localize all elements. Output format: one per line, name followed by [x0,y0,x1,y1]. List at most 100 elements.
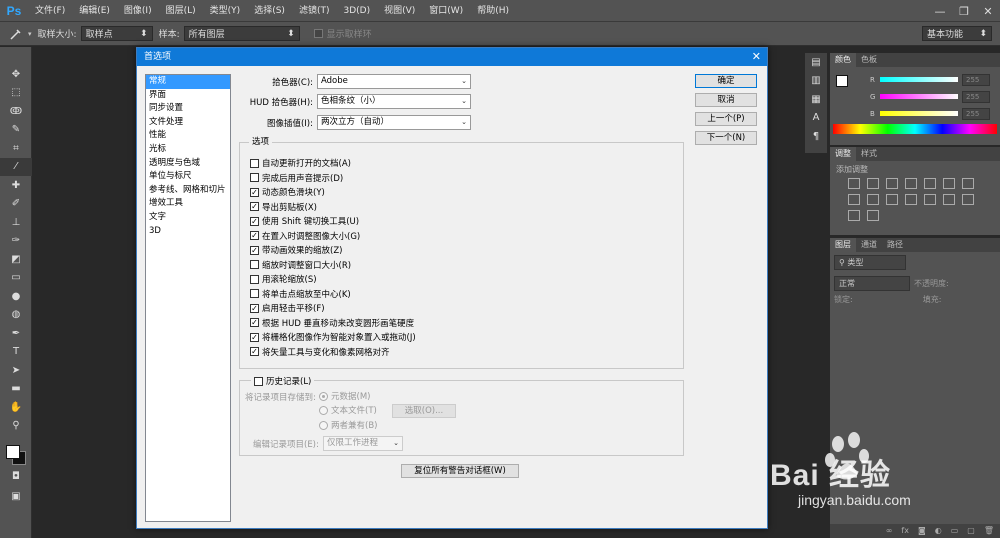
invert-icon[interactable] [924,194,936,205]
green-slider[interactable] [880,94,958,99]
option-animated-zoom[interactable]: ✓ 带动画效果的缩放(Z) [250,243,342,257]
sample-select[interactable]: 所有图层 ⬍ [183,26,300,41]
checkmark-icon[interactable]: ✓ [250,231,259,240]
menu-edit[interactable]: 编辑(E) [72,0,117,22]
close-button[interactable]: ✕ [976,0,1000,22]
option-resize-on-place[interactable]: ✓ 在置入时调整图像大小(G) [250,229,360,243]
gradient-tool-icon[interactable]: ▭ [0,269,32,288]
radio-both[interactable]: 两者兼有(B) [319,418,377,432]
exposure-icon[interactable] [905,178,917,189]
character-panel-icon[interactable]: A [805,109,827,128]
category-guides[interactable]: 参考线、网格和切片 [146,184,230,198]
choose-file-button[interactable]: 选取(O)... [392,404,456,418]
color-picker-select[interactable]: Adobe ⌄ [317,74,471,89]
shape-tool-icon[interactable]: ▬ [0,380,32,399]
history-brush-tool-icon[interactable]: ✑ [0,232,32,251]
hue-saturation-icon[interactable] [943,178,955,189]
option-flick-panning[interactable]: ✓ 启用轻击平移(F) [250,301,325,315]
link-icon[interactable]: ∞ [886,524,893,538]
radio-button[interactable] [319,420,328,430]
option-auto-update[interactable]: 自动更新打开的文档(A) [250,156,351,170]
foreground-color-swatch[interactable] [6,445,20,459]
category-transparency[interactable]: 透明度与色域 [146,157,230,171]
checkmark-icon[interactable]: ✓ [250,245,259,255]
menu-view[interactable]: 视图(V) [377,0,422,22]
vibrance-icon[interactable] [924,178,936,189]
layer-kind-filter[interactable]: ⚲ 类型 [834,255,906,270]
tab-layers[interactable]: 图层 [830,238,856,252]
color-balance-icon[interactable] [962,178,974,189]
marquee-tool-icon[interactable]: ⬚ [0,84,32,103]
next-button[interactable]: 下一个(N) [695,131,757,145]
category-units[interactable]: 单位与标尺 [146,170,230,184]
radio-metadata[interactable]: 元数据(M) [319,389,370,403]
paragraph-panel-icon[interactable]: ¶ [805,127,827,146]
tab-color[interactable]: 颜色 [830,53,856,67]
adjustment-layer-icon[interactable]: ◐ [935,524,942,538]
eyedropper-tool-icon[interactable]: ⁄ [0,157,32,176]
cancel-button[interactable]: 取消 [695,93,757,107]
history-panel-icon[interactable]: ▤ [805,53,827,72]
selective-color-icon[interactable] [867,210,879,221]
color-lookup-icon[interactable] [905,194,917,205]
checkbox[interactable] [250,173,259,182]
menu-help[interactable]: 帮助(H) [470,0,516,22]
pen-tool-icon[interactable]: ✒ [0,324,32,343]
radio-button[interactable] [319,391,328,401]
path-select-tool-icon[interactable]: ➤ [0,361,32,380]
new-layer-icon[interactable]: ▢ [967,524,975,538]
workspace-select[interactable]: 基本功能 ⬍ [922,26,992,41]
healing-brush-tool-icon[interactable]: ✚ [0,176,32,195]
option-zoom-resize-window[interactable]: 缩放时调整窗口大小(R) [250,258,351,272]
show-ring-checkbox[interactable] [313,29,323,38]
checkbox[interactable] [250,260,259,269]
posterize-icon[interactable] [943,194,955,205]
checkbox[interactable] [254,376,263,386]
zoom-tool-icon[interactable]: ⚲ [0,417,32,436]
reset-warnings-button[interactable]: 复位所有警告对话框(W) [401,464,519,478]
checkbox[interactable] [250,289,259,298]
panel-foreground-swatch[interactable] [836,75,848,87]
brightness-icon[interactable] [848,178,860,189]
menu-type[interactable]: 类型(Y) [203,0,248,22]
sample-size-select[interactable]: 取样点 ⬍ [80,26,153,41]
group-icon[interactable]: ▭ [951,524,959,538]
levels-icon[interactable] [867,178,879,189]
blue-value[interactable]: 255 [962,107,990,120]
category-cursors[interactable]: 光标 [146,143,230,157]
tab-swatches[interactable]: 色板 [856,53,882,67]
checkmark-icon[interactable]: ✓ [250,202,259,211]
checkbox[interactable] [250,158,259,168]
restore-button[interactable]: ❐ [952,0,976,22]
trash-icon[interactable]: 🗑 [984,524,994,538]
blue-slider[interactable] [880,111,958,116]
eraser-tool-icon[interactable]: ◩ [0,250,32,269]
tab-adjustments[interactable]: 调整 [830,147,856,161]
category-performance[interactable]: 性能 [146,129,230,143]
dodge-tool-icon[interactable]: ◍ [0,306,32,325]
color-spectrum[interactable] [833,124,997,134]
eyedropper-icon[interactable] [8,27,26,41]
checkmark-icon[interactable]: ✓ [250,303,259,313]
green-value[interactable]: 255 [962,90,990,103]
menu-filter[interactable]: 滤镜(T) [292,0,337,22]
channel-mixer-icon[interactable] [886,194,898,205]
actions-panel-icon[interactable]: ▦ [805,90,827,109]
fx-icon[interactable]: fx [901,524,909,538]
brush-tool-icon[interactable]: ✐ [0,195,32,214]
option-hud-brush-hardness[interactable]: ✓ 根据 HUD 垂直移动来改变圆形画笔硬度 [250,316,414,330]
option-dynamic-sliders[interactable]: ✓ 动态颜色滑块(Y) [250,185,325,199]
option-beep[interactable]: 完成后用声音提示(D) [250,171,343,185]
option-export-clipboard[interactable]: ✓ 导出剪贴板(X) [250,200,317,214]
checkmark-icon[interactable]: ✓ [250,318,259,327]
crop-tool-icon[interactable]: ⌗ [0,139,32,158]
interpolation-select[interactable]: 两次立方（自动） ⌄ [317,115,471,130]
clone-stamp-tool-icon[interactable]: ⊥ [0,213,32,232]
menu-select[interactable]: 选择(S) [247,0,292,22]
type-tool-icon[interactable]: T [0,343,32,362]
photo-filter-icon[interactable] [867,194,879,205]
radio-text-file[interactable]: 文本文件(T) [319,403,377,417]
menu-window[interactable]: 窗口(W) [422,0,470,22]
threshold-icon[interactable] [962,194,974,205]
option-snap-vector-pixel-grid[interactable]: ✓ 将矢量工具与变化和像素网格对齐 [250,345,390,359]
